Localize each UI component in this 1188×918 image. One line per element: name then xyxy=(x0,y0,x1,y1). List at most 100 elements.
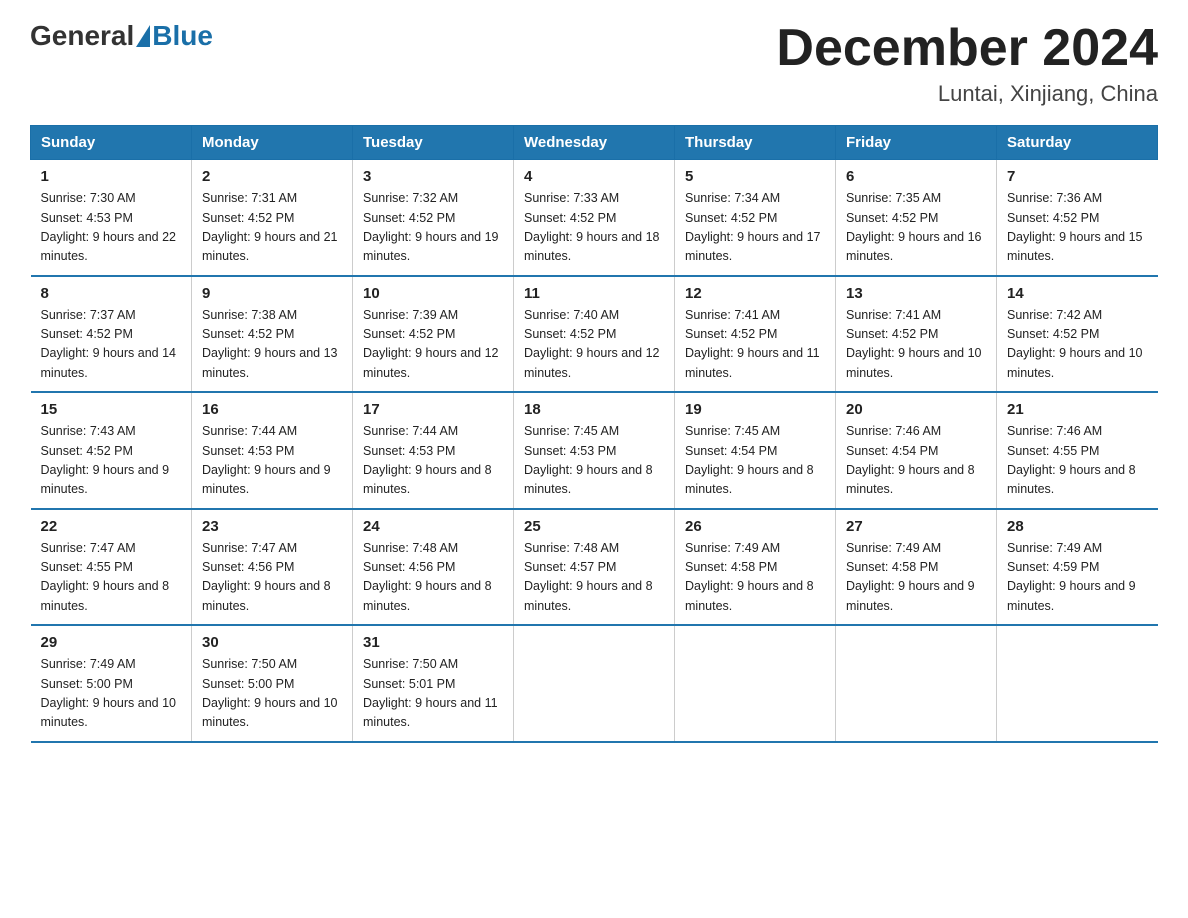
day-number: 19 xyxy=(685,401,825,418)
column-header-monday: Monday xyxy=(192,126,353,160)
day-number: 27 xyxy=(846,518,986,535)
calendar-cell: 14 Sunrise: 7:42 AMSunset: 4:52 PMDayligh… xyxy=(997,276,1158,393)
calendar-cell: 3 Sunrise: 7:32 AMSunset: 4:52 PMDaylight… xyxy=(353,160,514,276)
day-info: Sunrise: 7:34 AMSunset: 4:52 PMDaylight:… xyxy=(685,189,825,267)
day-info: Sunrise: 7:39 AMSunset: 4:52 PMDaylight:… xyxy=(363,306,503,384)
day-number: 29 xyxy=(41,634,182,651)
day-number: 25 xyxy=(524,518,664,535)
calendar-cell: 10Sunrise: 7:39 AMSunset: 4:52 PMDayligh… xyxy=(353,276,514,393)
logo-blue-text: Blue xyxy=(152,20,213,52)
day-number: 4 xyxy=(524,168,664,185)
day-number: 11 xyxy=(524,285,664,302)
calendar-cell: 18Sunrise: 7:45 AMSunset: 4:53 PMDayligh… xyxy=(514,392,675,509)
calendar-cell xyxy=(836,625,997,742)
calendar-cell: 9 Sunrise: 7:38 AMSunset: 4:52 PMDaylight… xyxy=(192,276,353,393)
day-info: Sunrise: 7:44 AMSunset: 4:53 PMDaylight:… xyxy=(202,422,342,500)
day-number: 7 xyxy=(1007,168,1148,185)
calendar-cell: 1Sunrise: 7:30 AMSunset: 4:53 PMDaylight… xyxy=(31,160,192,276)
week-row-2: 8 Sunrise: 7:37 AMSunset: 4:52 PMDaylight… xyxy=(31,276,1158,393)
day-info: Sunrise: 7:38 AMSunset: 4:52 PMDaylight:… xyxy=(202,306,342,384)
calendar-cell: 8 Sunrise: 7:37 AMSunset: 4:52 PMDaylight… xyxy=(31,276,192,393)
day-info: Sunrise: 7:46 AMSunset: 4:54 PMDaylight:… xyxy=(846,422,986,500)
day-number: 28 xyxy=(1007,518,1148,535)
column-header-saturday: Saturday xyxy=(997,126,1158,160)
day-number: 2 xyxy=(202,168,342,185)
calendar-cell: 24Sunrise: 7:48 AMSunset: 4:56 PMDayligh… xyxy=(353,509,514,626)
calendar-cell: 11 Sunrise: 7:40 AMSunset: 4:52 PMDayligh… xyxy=(514,276,675,393)
week-row-4: 22 Sunrise: 7:47 AMSunset: 4:55 PMDayligh… xyxy=(31,509,1158,626)
day-info: Sunrise: 7:49 AMSunset: 4:58 PMDaylight:… xyxy=(846,539,986,617)
day-number: 5 xyxy=(685,168,825,185)
day-info: Sunrise: 7:33 AMSunset: 4:52 PMDaylight:… xyxy=(524,189,664,267)
calendar-cell: 15Sunrise: 7:43 AMSunset: 4:52 PMDayligh… xyxy=(31,392,192,509)
day-info: Sunrise: 7:47 AMSunset: 4:55 PMDaylight:… xyxy=(41,539,182,617)
calendar-cell: 25Sunrise: 7:48 AMSunset: 4:57 PMDayligh… xyxy=(514,509,675,626)
day-number: 30 xyxy=(202,634,342,651)
day-info: Sunrise: 7:41 AMSunset: 4:52 PMDaylight:… xyxy=(846,306,986,384)
calendar-cell: 16 Sunrise: 7:44 AMSunset: 4:53 PMDayligh… xyxy=(192,392,353,509)
day-info: Sunrise: 7:41 AMSunset: 4:52 PMDaylight:… xyxy=(685,306,825,384)
calendar-cell: 20 Sunrise: 7:46 AMSunset: 4:54 PMDayligh… xyxy=(836,392,997,509)
day-number: 23 xyxy=(202,518,342,535)
calendar-cell: 31 Sunrise: 7:50 AMSunset: 5:01 PMDayligh… xyxy=(353,625,514,742)
month-title: December 2024 xyxy=(776,20,1158,77)
day-info: Sunrise: 7:49 AMSunset: 4:58 PMDaylight:… xyxy=(685,539,825,617)
calendar-cell: 21Sunrise: 7:46 AMSunset: 4:55 PMDayligh… xyxy=(997,392,1158,509)
calendar-cell: 6Sunrise: 7:35 AMSunset: 4:52 PMDaylight… xyxy=(836,160,997,276)
day-info: Sunrise: 7:50 AMSunset: 5:00 PMDaylight:… xyxy=(202,655,342,733)
calendar-cell xyxy=(997,625,1158,742)
day-number: 3 xyxy=(363,168,503,185)
calendar-cell: 12 Sunrise: 7:41 AMSunset: 4:52 PMDayligh… xyxy=(675,276,836,393)
day-number: 22 xyxy=(41,518,182,535)
day-info: Sunrise: 7:45 AMSunset: 4:53 PMDaylight:… xyxy=(524,422,664,500)
column-header-friday: Friday xyxy=(836,126,997,160)
logo-triangle-icon xyxy=(136,25,150,47)
page-header: General Blue December 2024 Luntai, Xinji… xyxy=(30,20,1158,107)
day-info: Sunrise: 7:31 AMSunset: 4:52 PMDaylight:… xyxy=(202,189,342,267)
column-header-tuesday: Tuesday xyxy=(353,126,514,160)
day-info: Sunrise: 7:37 AMSunset: 4:52 PMDaylight:… xyxy=(41,306,182,384)
calendar-cell: 27 Sunrise: 7:49 AMSunset: 4:58 PMDayligh… xyxy=(836,509,997,626)
day-info: Sunrise: 7:40 AMSunset: 4:52 PMDaylight:… xyxy=(524,306,664,384)
day-info: Sunrise: 7:44 AMSunset: 4:53 PMDaylight:… xyxy=(363,422,503,500)
day-info: Sunrise: 7:42 AMSunset: 4:52 PMDaylight:… xyxy=(1007,306,1148,384)
week-row-1: 1Sunrise: 7:30 AMSunset: 4:53 PMDaylight… xyxy=(31,160,1158,276)
logo: General Blue xyxy=(30,20,213,52)
day-number: 24 xyxy=(363,518,503,535)
day-number: 8 xyxy=(41,285,182,302)
header-row: SundayMondayTuesdayWednesdayThursdayFrid… xyxy=(31,126,1158,160)
calendar-cell: 13Sunrise: 7:41 AMSunset: 4:52 PMDayligh… xyxy=(836,276,997,393)
location-subtitle: Luntai, Xinjiang, China xyxy=(776,81,1158,107)
calendar-header: SundayMondayTuesdayWednesdayThursdayFrid… xyxy=(31,126,1158,160)
column-header-thursday: Thursday xyxy=(675,126,836,160)
day-info: Sunrise: 7:49 AMSunset: 4:59 PMDaylight:… xyxy=(1007,539,1148,617)
logo-general-text: General xyxy=(30,20,134,52)
calendar-table: SundayMondayTuesdayWednesdayThursdayFrid… xyxy=(30,125,1158,743)
day-number: 20 xyxy=(846,401,986,418)
day-number: 15 xyxy=(41,401,182,418)
day-number: 1 xyxy=(41,168,182,185)
day-number: 9 xyxy=(202,285,342,302)
day-number: 12 xyxy=(685,285,825,302)
week-row-3: 15Sunrise: 7:43 AMSunset: 4:52 PMDayligh… xyxy=(31,392,1158,509)
day-info: Sunrise: 7:46 AMSunset: 4:55 PMDaylight:… xyxy=(1007,422,1148,500)
day-info: Sunrise: 7:36 AMSunset: 4:52 PMDaylight:… xyxy=(1007,189,1148,267)
calendar-cell: 5 Sunrise: 7:34 AMSunset: 4:52 PMDaylight… xyxy=(675,160,836,276)
column-header-sunday: Sunday xyxy=(31,126,192,160)
calendar-cell: 2 Sunrise: 7:31 AMSunset: 4:52 PMDaylight… xyxy=(192,160,353,276)
calendar-cell: 28 Sunrise: 7:49 AMSunset: 4:59 PMDayligh… xyxy=(997,509,1158,626)
calendar-cell: 17 Sunrise: 7:44 AMSunset: 4:53 PMDayligh… xyxy=(353,392,514,509)
calendar-cell: 19Sunrise: 7:45 AMSunset: 4:54 PMDayligh… xyxy=(675,392,836,509)
calendar-cell: 23 Sunrise: 7:47 AMSunset: 4:56 PMDayligh… xyxy=(192,509,353,626)
day-number: 16 xyxy=(202,401,342,418)
day-number: 14 xyxy=(1007,285,1148,302)
day-number: 6 xyxy=(846,168,986,185)
day-number: 31 xyxy=(363,634,503,651)
day-info: Sunrise: 7:47 AMSunset: 4:56 PMDaylight:… xyxy=(202,539,342,617)
day-info: Sunrise: 7:50 AMSunset: 5:01 PMDaylight:… xyxy=(363,655,503,733)
day-info: Sunrise: 7:32 AMSunset: 4:52 PMDaylight:… xyxy=(363,189,503,267)
day-number: 26 xyxy=(685,518,825,535)
day-number: 17 xyxy=(363,401,503,418)
calendar-cell: 22 Sunrise: 7:47 AMSunset: 4:55 PMDayligh… xyxy=(31,509,192,626)
title-block: December 2024 Luntai, Xinjiang, China xyxy=(776,20,1158,107)
